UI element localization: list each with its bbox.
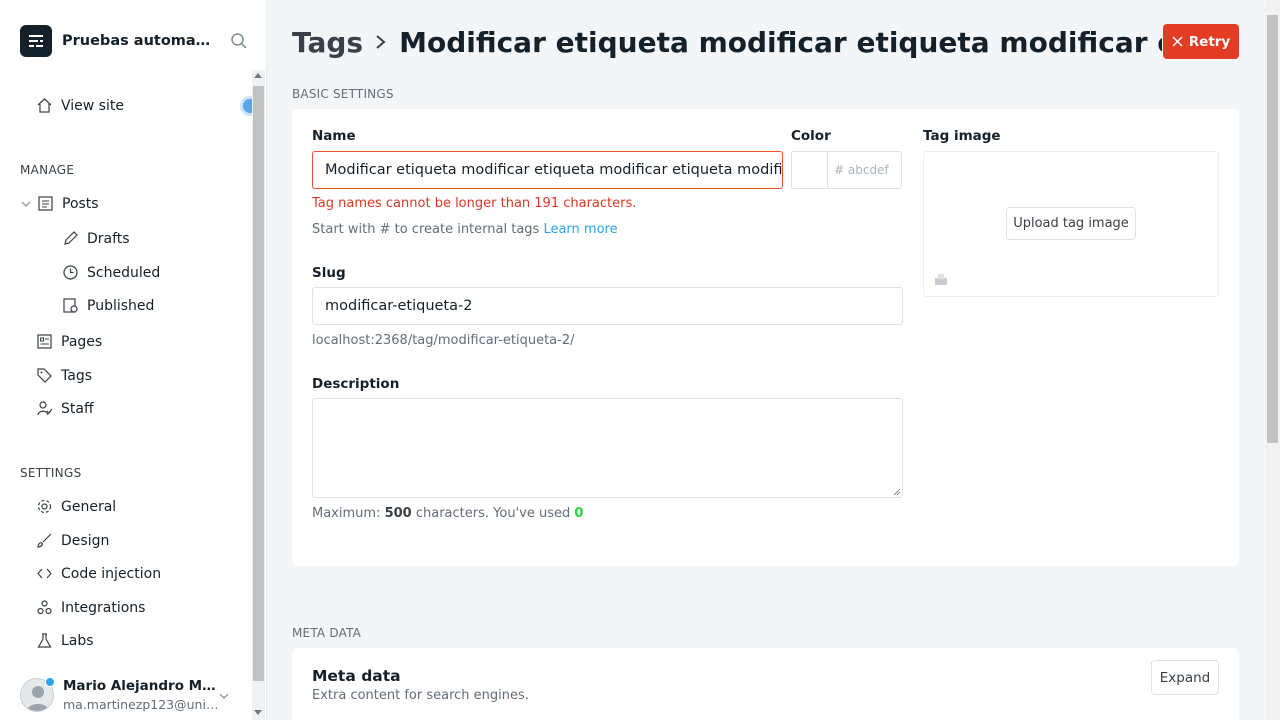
site-title[interactable]: Pruebas automatiz... xyxy=(62,33,217,49)
color-hex-input[interactable]: # abcdef xyxy=(828,152,889,188)
desc-used-count: 0 xyxy=(574,506,584,521)
nav-scheduled[interactable]: Scheduled xyxy=(62,264,160,281)
nav-drafts[interactable]: Drafts xyxy=(62,230,130,247)
main-content: Tags Modificar etiqueta modificar etique… xyxy=(267,0,1265,720)
chevron-down-icon[interactable] xyxy=(218,690,230,702)
settings-section-label: SETTINGS xyxy=(20,466,82,480)
home-icon xyxy=(37,98,52,113)
nav-staff[interactable]: Staff xyxy=(36,400,94,417)
nav-drafts-label: Drafts xyxy=(87,230,130,247)
code-icon xyxy=(37,568,52,579)
slug-input[interactable]: modificar-etiqueta-2 xyxy=(312,287,903,325)
nav-general[interactable]: General xyxy=(36,498,116,515)
ghost-logo-icon xyxy=(29,35,43,47)
pencil-icon xyxy=(64,231,78,245)
nav-pages-label: Pages xyxy=(61,333,103,350)
name-error-text: Tag names cannot be longer than 191 char… xyxy=(312,196,637,211)
breadcrumb-tags[interactable]: Tags xyxy=(292,26,363,59)
flask-icon xyxy=(37,633,52,648)
color-swatch[interactable] xyxy=(792,152,828,188)
user-menu[interactable]: Mario Alejandro Marti... ma.martinezp123… xyxy=(20,676,250,720)
pages-icon xyxy=(37,334,52,349)
chevron-down-icon[interactable] xyxy=(20,198,32,210)
close-icon xyxy=(1172,36,1183,47)
description-label: Description xyxy=(312,376,400,392)
learn-more-link[interactable]: Learn more xyxy=(543,222,617,237)
scroll-up-arrow-icon[interactable] xyxy=(254,73,262,78)
gear-icon xyxy=(37,499,52,514)
nav-tags-label: Tags xyxy=(61,367,92,384)
nav-published[interactable]: Published xyxy=(62,297,154,314)
meta-data-section-label: META DATA xyxy=(292,626,362,640)
retry-button[interactable]: Retry xyxy=(1163,24,1239,59)
manage-section-label: MANAGE xyxy=(20,163,75,177)
nav-labs[interactable]: Labs xyxy=(36,632,94,649)
breadcrumb-chevron-icon xyxy=(373,32,389,52)
page-scroll-thumb[interactable] xyxy=(1267,15,1278,443)
site-logo[interactable] xyxy=(20,25,52,57)
nav-code-injection-label: Code injection xyxy=(61,565,162,582)
user-email: ma.martinezp123@uniand... xyxy=(63,697,223,712)
name-hint-text: Start with # to create internal tags xyxy=(312,222,540,237)
meta-data-card: Meta data Extra content for search engin… xyxy=(292,648,1239,720)
sidebar-scroll-thumb[interactable] xyxy=(253,86,264,681)
basic-settings-card: Name Modificar etiqueta modificar etique… xyxy=(292,109,1239,566)
description-hint: Maximum: 500 characters. You've used 0 xyxy=(312,506,583,521)
brush-icon xyxy=(37,533,52,548)
staff-icon xyxy=(37,401,53,416)
color-field[interactable]: # abcdef xyxy=(791,151,902,189)
slug-label: Slug xyxy=(312,265,346,281)
image-placeholder-icon xyxy=(935,274,947,285)
nav-integrations[interactable]: Integrations xyxy=(36,599,145,616)
name-label: Name xyxy=(312,128,356,144)
posts-icon xyxy=(38,196,53,211)
integrations-icon xyxy=(37,600,52,615)
nav-staff-label: Staff xyxy=(61,400,94,417)
desc-hint-prefix: Maximum: xyxy=(312,506,381,521)
nav-integrations-label: Integrations xyxy=(61,599,146,616)
nav-posts[interactable]: Posts xyxy=(20,195,99,212)
user-name: Mario Alejandro Marti... xyxy=(63,678,223,694)
nav-general-label: General xyxy=(61,498,117,515)
nav-tags[interactable]: Tags xyxy=(36,367,92,384)
nav-posts-label: Posts xyxy=(62,195,99,212)
tag-image-label: Tag image xyxy=(923,128,1001,144)
upload-tag-image-button[interactable]: Upload tag image xyxy=(1006,207,1136,240)
tag-icon xyxy=(37,368,52,383)
resize-handle-icon[interactable] xyxy=(893,488,901,496)
desc-hint-mid: characters. You've used xyxy=(415,506,571,521)
name-hint: Start with # to create internal tags Lea… xyxy=(312,222,618,237)
nav-scheduled-label: Scheduled xyxy=(87,264,161,281)
desc-max: 500 xyxy=(384,506,412,521)
meta-data-title: Meta data xyxy=(312,667,401,685)
nav-published-label: Published xyxy=(87,297,155,314)
nav-design[interactable]: Design xyxy=(36,532,109,549)
expand-button[interactable]: Expand xyxy=(1151,660,1219,695)
description-textarea[interactable] xyxy=(312,398,903,498)
sidebar-scrollbar[interactable] xyxy=(252,70,265,720)
clock-icon xyxy=(63,265,78,280)
published-icon xyxy=(63,298,78,313)
color-label: Color xyxy=(791,128,831,144)
nav-pages[interactable]: Pages xyxy=(36,333,102,350)
sidebar-header: Pruebas automatiz... xyxy=(20,25,250,57)
sidebar: Pruebas automatiz... View site MANAGE Po… xyxy=(0,0,267,720)
nav-view-site-label: View site xyxy=(61,97,124,114)
nav-code-injection[interactable]: Code injection xyxy=(36,565,161,582)
nav-view-site[interactable]: View site xyxy=(36,97,124,114)
scroll-down-arrow-icon[interactable] xyxy=(254,710,262,715)
nav-labs-label: Labs xyxy=(61,632,94,649)
tag-title: Modificar etiqueta modificar etiqueta mo… xyxy=(399,25,1162,59)
meta-data-subtitle: Extra content for search engines. xyxy=(312,688,529,703)
user-status-dot xyxy=(45,677,55,687)
basic-settings-label: BASIC SETTINGS xyxy=(292,87,394,101)
nav-design-label: Design xyxy=(61,532,110,549)
search-icon[interactable] xyxy=(230,32,248,54)
page-title: Tags Modificar etiqueta modificar etique… xyxy=(292,24,1162,60)
name-input[interactable]: Modificar etiqueta modificar etiqueta mo… xyxy=(312,151,783,189)
slug-url: localhost:2368/tag/modificar-etiqueta-2/ xyxy=(312,333,575,348)
page-scrollbar[interactable] xyxy=(1265,0,1280,720)
retry-label: Retry xyxy=(1188,33,1231,50)
tag-image-dropzone[interactable]: Upload tag image xyxy=(923,151,1219,297)
